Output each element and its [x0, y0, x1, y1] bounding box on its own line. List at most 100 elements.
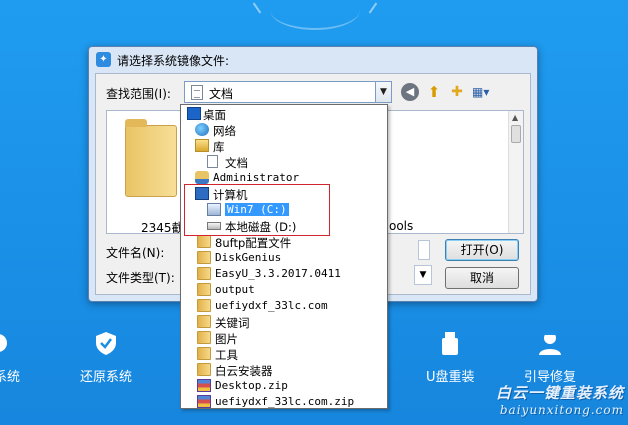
lookin-combobox[interactable]: 文档 ▼ [184, 81, 392, 103]
list-item-library[interactable]: 库 [181, 138, 387, 154]
list-item-folder[interactable]: 图片 [181, 330, 387, 346]
document-icon [191, 85, 203, 100]
list-item-folder[interactable]: DiskGenius [181, 250, 387, 266]
bg-tool-boot-repair[interactable]: 引导修复 [524, 330, 576, 385]
background-glow [270, 0, 360, 30]
folder-icon [197, 347, 211, 360]
folder-icon [197, 315, 211, 328]
new-folder-icon: ✚ [451, 84, 463, 100]
folder-icon [197, 283, 211, 296]
folder-label[interactable]: ools [389, 219, 413, 233]
list-item-drive-c[interactable]: Win7 (C:) [181, 202, 387, 218]
list-item-folder[interactable]: EasyU_3.3.2017.0411 [181, 266, 387, 282]
lookin-value: 文档 [209, 87, 234, 101]
list-item-folder[interactable]: output [181, 282, 387, 298]
dialog-titlebar[interactable]: ✦ 请选择系统镜像文件: [89, 47, 537, 73]
list-item-label: 白云安装器 [215, 364, 273, 378]
list-item-label: uefiydxf_33lc.com [215, 299, 328, 312]
engineer-icon [539, 332, 561, 355]
system-drive-icon [207, 203, 221, 216]
folder-icon [197, 363, 211, 376]
folder-icon [197, 235, 211, 248]
list-item-zip[interactable]: uefiydxf_33lc.com.zip [181, 394, 387, 410]
shield-check-icon [96, 332, 116, 355]
document-icon [207, 155, 218, 168]
list-item-label: Administrator [213, 171, 300, 184]
folder-icon [197, 331, 211, 344]
list-item-network[interactable]: 网络 [181, 122, 387, 138]
back-button[interactable]: ◀ [401, 83, 419, 101]
desktop-icon [187, 107, 201, 120]
view-menu-icon: ▦▾ [472, 85, 490, 99]
chevron-down-icon: ▼ [419, 270, 427, 280]
scroll-up-icon[interactable]: ▲ [512, 113, 518, 122]
system-icon [0, 334, 7, 352]
filename-input[interactable] [418, 240, 430, 260]
app-icon: ✦ [96, 52, 111, 67]
list-item-folder[interactable]: 白云安装器 [181, 362, 387, 378]
list-item-computer[interactable]: 计算机 [181, 186, 387, 202]
lookin-label: 查找范围(I): [106, 87, 171, 101]
list-item-label: 库 [213, 140, 225, 154]
filetype-label: 文件类型(T): [106, 271, 175, 285]
list-item-zip[interactable]: Desktop.zip [181, 378, 387, 394]
watermark-title: 白云一键重装系统 [495, 384, 624, 402]
list-item-label: DiskGenius [215, 251, 282, 264]
list-item-folder[interactable]: uefiydxf_33lc.com [181, 298, 387, 314]
bg-tool-label: U盘重装 [426, 370, 475, 385]
list-item-desktop[interactable]: 桌面 [181, 106, 387, 122]
zip-icon [197, 379, 211, 392]
filetype-select[interactable]: ▼ [414, 265, 432, 285]
list-item-drive-d[interactable]: 本地磁盘 (D:) [181, 218, 387, 234]
list-item-folder[interactable]: 8uftp配置文件 [181, 234, 387, 250]
list-item-folder[interactable]: 关键词 [181, 314, 387, 330]
list-item-label: EasyU_3.3.2017.0411 [215, 267, 341, 280]
user-folder-icon [195, 171, 209, 184]
background-ray [368, 2, 378, 14]
view-menu-button[interactable]: ▦▾ [472, 83, 498, 101]
new-folder-button[interactable]: ✚ [448, 83, 466, 101]
list-item-label: 工具 [215, 348, 238, 362]
list-item-label: 桌面 [203, 108, 226, 122]
list-item-label: Win7 (C:) [225, 203, 289, 216]
filename-label: 文件名(N): [106, 246, 165, 260]
lookin-dropdown-list[interactable]: 桌面 网络 库 文档 Administrator 计算机 Win7 (C:) 本… [180, 104, 388, 409]
open-button[interactable]: 打开(O) [445, 239, 519, 261]
bg-tool-usb[interactable]: U盘重装 [426, 330, 475, 385]
list-item-label: 文档 [225, 156, 248, 170]
list-item-label: 计算机 [213, 188, 248, 202]
list-item-documents[interactable]: 文档 [181, 154, 387, 170]
list-item-label: uefiydxf_33lc.com.zip [215, 395, 355, 408]
background-ray [252, 2, 262, 14]
list-item-folder[interactable]: 工具 [181, 346, 387, 362]
scroll-thumb[interactable] [511, 125, 521, 143]
network-icon [195, 123, 209, 136]
list-item-label: output [215, 283, 255, 296]
folder-icon[interactable] [125, 119, 177, 197]
up-folder-button[interactable]: ⬆ [425, 83, 443, 101]
zip-icon [197, 395, 211, 408]
list-item-label: 8uftp配置文件 [215, 236, 292, 250]
computer-icon [195, 187, 209, 200]
dialog-title: 请选择系统镜像文件: [117, 54, 230, 68]
list-item-label: 网络 [213, 124, 236, 138]
folder-icon [197, 267, 211, 280]
vertical-scrollbar[interactable]: ▲ [508, 111, 523, 233]
watermark-url: baiyunxitong.com [499, 403, 624, 417]
cancel-button[interactable]: 取消 [445, 267, 519, 289]
bg-tool-label: 还原系统 [80, 370, 133, 385]
list-item-label: 图片 [215, 332, 238, 346]
watermark: 白云一键重装系统 baiyunxitong.com [478, 382, 624, 417]
library-icon [195, 139, 209, 152]
folder-up-icon: ⬆ [427, 83, 441, 101]
usb-drive-icon [442, 332, 459, 355]
bg-tool-system[interactable]: 系统 [0, 330, 20, 385]
bg-tool-restore[interactable]: 还原系统 [80, 330, 132, 385]
list-item-label: Desktop.zip [215, 379, 288, 392]
list-item-label: 关键词 [215, 316, 250, 330]
folder-icon [197, 251, 211, 264]
list-item-label: 本地磁盘 (D:) [225, 220, 297, 234]
chevron-down-icon[interactable]: ▼ [375, 82, 391, 102]
folder-icon [197, 299, 211, 312]
list-item-administrator[interactable]: Administrator [181, 170, 387, 186]
